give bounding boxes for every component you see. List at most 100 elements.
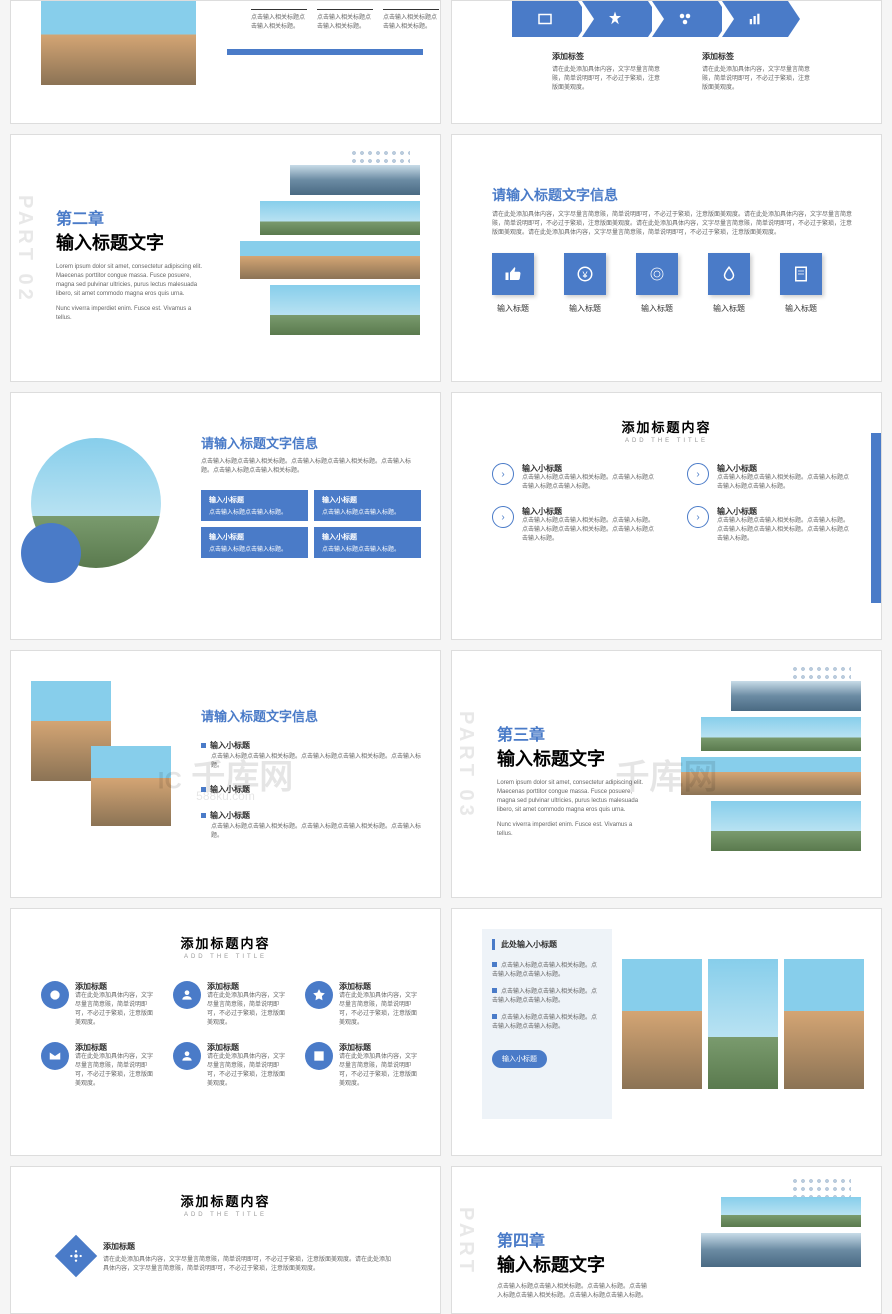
columns: 点击输入相关标题点击输入相关标题。 点击输入相关标题点击输入相关标题。 点击输入… (251, 9, 439, 32)
chapter-label: 第二章 (56, 205, 206, 229)
item-title: 输入小标题 (717, 463, 852, 474)
arrow-icon: › (492, 463, 514, 485)
text-row: 添加标签 请在此处添加具体内容，文字尽量言简意赅，简单说明即可，不必过于繁琐，注… (552, 51, 812, 93)
item-desc: 点击输入标题点击输入相关标题。点击输入标题点击输入标题点击输入标题。 (717, 474, 852, 492)
item-desc: 请在此处添加具体内容，文字尽量言简意赅，简单说明即可，不必过于繁琐，注意版面美观… (339, 992, 421, 1028)
watermark-url: 588ku.com (196, 789, 255, 803)
title: 添加标题内容 (11, 933, 440, 952)
slide-3-chapter2: PART 02 第二章 输入标题文字 Lorem ipsum dolor sit… (10, 134, 441, 382)
col-text: 点击输入相关标题点击输入相关标题。 (251, 9, 307, 32)
item-title: 添加标题 (103, 1241, 393, 1252)
item-desc: 点击输入标题点击输入相关标题。点击输入标题。点击输入标题点击输入相关标题。点击输… (522, 517, 657, 544)
item-desc: 请在此处添加具体内容，文字尽量言简意赅，简单说明即可，不必过于繁琐，注意版面美观… (75, 992, 157, 1028)
slide-10: 此处输入小标题 点击输入标题点击输入相关标题。点击输入标题点击输入标题。 点击输… (451, 908, 882, 1156)
desc: Lorem ipsum dolor sit amet, consectetur … (56, 263, 206, 299)
item-title: 添加标题 (207, 981, 289, 992)
slide-5: 请输入标题文字信息 点击输入标题点击输入相关标题。点击输入标题点击输入相关标题。… (10, 392, 441, 640)
arrow-icon: › (492, 506, 514, 528)
yen-icon: ¥ (564, 253, 606, 295)
blue-edge (871, 433, 881, 603)
desc: 点击输入标题点击输入相关标题。点击输入标题点击输入相关标题。点击输入标题。点击输… (201, 458, 421, 476)
svg-text:¥: ¥ (581, 270, 588, 280)
title: 输入标题文字 (497, 745, 647, 771)
img-strip (701, 717, 861, 751)
subtitle: ADD THE TITLE (11, 954, 440, 960)
image-placeholder (41, 1, 196, 85)
image (622, 959, 702, 1089)
bullet: 点击输入标题点击输入相关标题。点击输入标题点击输入标题。 (492, 1015, 597, 1030)
thumbs-up-icon (492, 253, 534, 295)
part-label: PART (454, 1207, 477, 1276)
slide-9: 添加标题内容 ADD THE TITLE 添加标题请在此处添加具体内容，文字尽量… (10, 908, 441, 1156)
img-strip (681, 757, 861, 795)
arrow-icon (722, 1, 788, 37)
icon-label: 输入标题 (708, 303, 750, 314)
box: 输入小标题点击输入标题点击输入标题。 (201, 527, 308, 558)
part-label: PART 02 (13, 195, 36, 304)
button[interactable]: 输入小标题 (492, 1050, 547, 1068)
subtitle: ADD THE TITLE (452, 438, 881, 444)
slide-11: 添加标题内容 ADD THE TITLE 添加标题 请在此处添加具体内容，文字尽… (10, 1166, 441, 1314)
slide-7: 请输入标题文字信息 输入小标题点击输入标题点击输入相关标题。点击输入标题点击输入… (10, 650, 441, 898)
item-desc: 请在此处添加具体内容，文字尽量言简意赅，简单说明即可，不必过于繁琐，注意版面美观… (339, 1053, 421, 1089)
box: 输入小标题点击输入标题点击输入标题。 (314, 527, 421, 558)
image (784, 959, 864, 1089)
item-desc: 请在此处添加具体内容，文字尽量言简意赅，简单说明即可，不必过于繁琐，注意版面美观… (75, 1053, 157, 1089)
slide-8-chapter3: PART 03 第三章 输入标题文字 Lorem ipsum dolor sit… (451, 650, 882, 898)
image (708, 959, 778, 1089)
blue-circle (21, 523, 81, 583)
title: 请输入标题文字信息 (492, 185, 852, 205)
item-title: 输入小标题 (717, 506, 852, 517)
slide-2: 添加标签 请在此处添加具体内容，文字尽量言简意赅，简单说明即可，不必过于繁琐，注… (451, 0, 882, 124)
img-strip (290, 165, 420, 195)
feature-icon (41, 981, 69, 1009)
item-title: 输入小标题 (210, 811, 250, 820)
feature-icon (305, 1042, 333, 1070)
item-desc: 点击输入标题点击输入相关标题。点击输入标题。点击输入标题点击输入相关标题。点击输… (717, 517, 852, 544)
bullet: 点击输入标题点击输入相关标题。点击输入标题点击输入标题。 (492, 963, 597, 978)
panel-title: 此处输入小标题 (492, 939, 602, 950)
item-title: 输入小标题 (210, 741, 250, 750)
desc2: Nunc viverra imperdiet enim. Fusce est. … (56, 305, 206, 323)
desc: 点击输入标题点击输入相关标题。点击输入标题。点击输入标题点击输入相关标题。点击输… (497, 1283, 647, 1301)
slide-1: 点击输入相关标题点击输入相关标题。 点击输入相关标题点击输入相关标题。 点击输入… (10, 0, 441, 124)
item-title: 输入小标题 (522, 506, 657, 517)
arrow-icon (512, 1, 578, 37)
feature-icon (173, 1042, 201, 1070)
col-text: 点击输入相关标题点击输入相关标题。 (317, 9, 373, 32)
item-title: 添加标题 (75, 981, 157, 992)
item-desc: 点击输入标题点击输入相关标题。点击输入标题点击输入标题点击输入标题。 (522, 474, 657, 492)
arrow-icon (582, 1, 648, 37)
text-panel: 此处输入小标题 点击输入标题点击输入相关标题。点击输入标题点击输入标题。 点击输… (482, 929, 612, 1119)
icon-row: 输入标题 ¥ 输入标题 输入标题 输入标题 输入标题 (492, 253, 822, 314)
target-icon (636, 253, 678, 295)
item-desc: 请在此处添加具体内容，文字尽量言简意赅，简单说明即可，不必过于繁琐，注意版面美观… (207, 1053, 289, 1089)
arrow-icon (652, 1, 718, 37)
desc: 请在此处添加具体内容，文字尽量言简意赅，简单说明即可，不必过于繁琐，注意版面美观… (552, 66, 662, 93)
icon-label: 输入标题 (492, 303, 534, 314)
image (91, 746, 171, 826)
img-strip (240, 241, 420, 279)
box: 输入小标题点击输入标题点击输入标题。 (201, 490, 308, 521)
title: 输入标题文字 (56, 229, 206, 255)
img-strip (701, 1233, 861, 1267)
document-icon (780, 253, 822, 295)
arrow-row (512, 1, 788, 37)
item-desc: 请在此处添加具体内容，文字尽量言简意赅，简单说明即可，不必过于繁琐，注意版面美观… (103, 1256, 393, 1274)
slide-4-icons: 请输入标题文字信息 请在此处添加具体内容，文字尽量言简意赅，简单说明即可，不必过… (451, 134, 882, 382)
subtitle: ADD THE TITLE (11, 1212, 440, 1218)
col-text: 点击输入相关标题点击输入相关标题。 (383, 9, 439, 32)
desc: Lorem ipsum dolor sit amet, consectetur … (497, 779, 647, 815)
slide-12-chapter4: PART 第四章 输入标题文字 点击输入标题点击输入相关标题。点击输入标题。点击… (451, 1166, 882, 1314)
item-title: 输入小标题 (522, 463, 657, 474)
feature-icon (41, 1042, 69, 1070)
icon-label: 输入标题 (636, 303, 678, 314)
item-desc: 点击输入标题点击输入相关标题。点击输入标题点击输入相关标题。点击输入标题。 (211, 823, 421, 841)
drop-icon (708, 253, 750, 295)
icon-label: 输入标题 (780, 303, 822, 314)
label: 添加标签 (702, 51, 812, 62)
item-desc: 点击输入标题点击输入相关标题。点击输入标题点击输入相关标题。点击输入标题。 (211, 753, 421, 771)
desc: 请在此处添加具体内容，文字尽量言简意赅，简单说明即可，不必过于繁琐，注意版面美观… (492, 211, 852, 238)
item-desc: 请在此处添加具体内容，文字尽量言简意赅，简单说明即可，不必过于繁琐，注意版面美观… (207, 992, 289, 1028)
title: 输入标题文字 (497, 1251, 647, 1277)
